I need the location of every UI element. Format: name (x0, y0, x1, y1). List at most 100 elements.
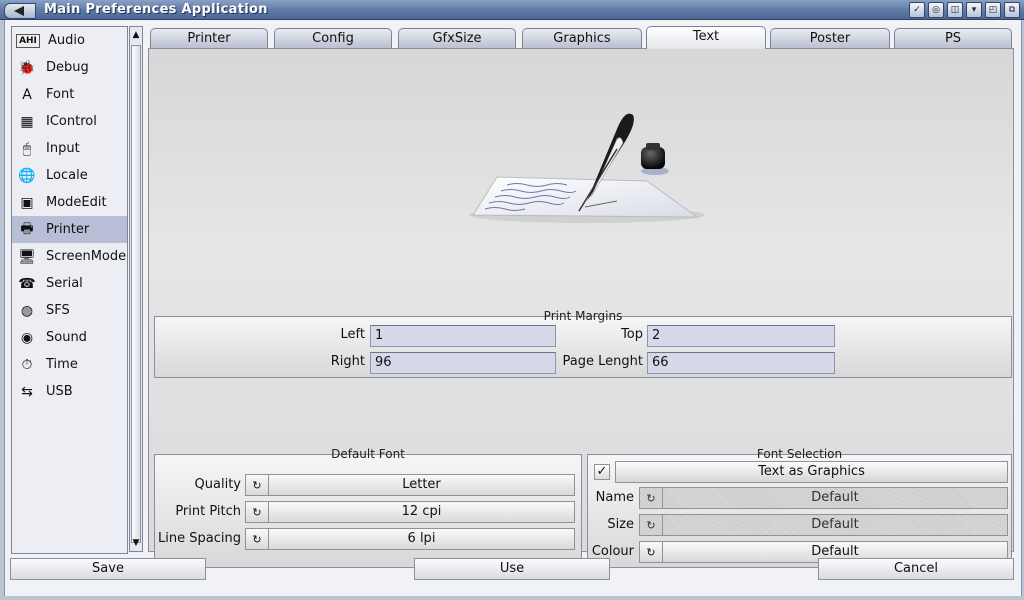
cycle-icon: ↻ (246, 475, 269, 495)
sidebar-item-input[interactable]: 🖱 Input (12, 135, 127, 162)
font-size-label: Size (607, 517, 634, 532)
snapshot-icon[interactable]: ✓ (909, 2, 925, 18)
ahi-audio-icon: AHI (16, 33, 40, 48)
font-icon: A (22, 86, 32, 103)
iconify-icon[interactable]: ▾ (966, 2, 982, 18)
main-window: AHI Audio 🐞 Debug A Font ▦ IControl 🖱 Input 🌐 Local… (4, 20, 1022, 596)
tab-bar: Printer Config GfxSize Graphics Text Pos… (148, 26, 1014, 49)
sidebar-item-modeedit[interactable]: ▣ ModeEdit (12, 189, 127, 216)
sidebar-item-printer[interactable]: 🖶 Printer (12, 216, 127, 243)
default-font-group: Default Font Quality ↻ Letter Print Pitc… (154, 447, 582, 568)
font-size-cycle[interactable]: ↻ Default (639, 514, 1008, 536)
cycle-icon: ↻ (640, 542, 663, 562)
cycle-icon: ↻ (640, 488, 663, 508)
top-margin-label: Top (621, 327, 643, 342)
scroll-up-icon[interactable]: ▲ (131, 29, 141, 41)
line-spacing-label: Line Spacing (158, 531, 241, 546)
sidebar-item-screenmode[interactable]: 🖥 ScreenMode (12, 243, 127, 270)
cycle-icon: ↻ (246, 502, 269, 522)
window-title: Main Preferences Application (44, 2, 268, 17)
save-button[interactable]: Save (10, 558, 206, 580)
quality-value: Letter (402, 477, 441, 492)
print-pitch-label: Print Pitch (175, 504, 241, 519)
sidebar-scrollbar[interactable]: ▲ ▼ (129, 26, 143, 552)
monitor-icon: ▣ (20, 194, 34, 211)
scroll-thumb[interactable] (131, 45, 141, 543)
font-selection-title: Font Selection (756, 447, 843, 461)
sidebar-item-audio[interactable]: AHI Audio (12, 27, 127, 54)
prefs-sidebar: AHI Audio 🐞 Debug A Font ▦ IControl 🖱 Input 🌐 Local… (11, 26, 128, 554)
sidebar-item-serial[interactable]: ☎ Serial (12, 270, 127, 297)
close-window-icon[interactable] (4, 3, 36, 19)
sidebar-item-label: SFS (46, 303, 70, 318)
font-name-cycle[interactable]: ↻ Default (639, 487, 1008, 509)
sidebar-item-time[interactable]: ⏱ Time (12, 351, 127, 378)
mouse-icon: 🖱 (22, 140, 32, 157)
font-name-label: Name (595, 490, 634, 505)
text-as-graphics-button[interactable]: Text as Graphics (615, 461, 1008, 483)
line-spacing-cycle[interactable]: ↻ 6 lpi (245, 528, 575, 550)
text-as-graphics-checkbox[interactable]: ✓ (594, 464, 610, 480)
printer-icon: 🖶 (20, 220, 34, 237)
top-margin-field[interactable]: 2 (647, 325, 835, 347)
sidebar-item-label: ScreenMode (46, 249, 127, 264)
left-margin-field[interactable]: 1 (370, 325, 556, 347)
sidebar-item-label: USB (46, 384, 73, 399)
right-margin-label: Right (330, 354, 365, 369)
tab-config[interactable]: Config (274, 28, 392, 48)
use-button[interactable]: Use (414, 558, 610, 580)
print-pitch-cycle[interactable]: ↻ 12 cpi (245, 501, 575, 523)
sidebar-item-label: Audio (48, 33, 85, 48)
print-margins-group: Print Margins Left 1 Top 2 Right 96 Page… (154, 309, 1012, 378)
sidebar-item-label: Locale (46, 168, 88, 183)
font-size-value: Default (811, 517, 859, 532)
tab-gfxsize[interactable]: GfxSize (398, 28, 516, 48)
jump-icon[interactable]: ◎ (928, 2, 944, 18)
sidebar-item-font[interactable]: A Font (12, 81, 127, 108)
page-length-field[interactable]: 66 (647, 352, 835, 374)
depth-icon[interactable]: ⧉ (1004, 2, 1020, 18)
sidebar-item-sfs[interactable]: ◍ SFS (12, 297, 127, 324)
phone-icon: ☎ (18, 275, 36, 292)
sidebar-item-label: Time (46, 357, 78, 372)
sidebar-item-debug[interactable]: 🐞 Debug (12, 54, 127, 81)
sidebar-item-locale[interactable]: 🌐 Locale (12, 162, 127, 189)
zoom-icon[interactable]: ◰ (985, 2, 1001, 18)
icontrol-icon: ▦ (20, 113, 34, 130)
clock-icon: ⏱ (21, 356, 33, 373)
quality-label: Quality (194, 477, 241, 492)
tab-ps[interactable]: PS (894, 28, 1012, 48)
sidebar-item-icontrol[interactable]: ▦ IControl (12, 108, 127, 135)
disk-icon: ◍ (20, 302, 34, 319)
sidebar-item-label: IControl (46, 114, 97, 129)
right-margin-field[interactable]: 96 (370, 352, 556, 374)
quill-paper-illustration (469, 113, 705, 223)
quality-cycle[interactable]: ↻ Letter (245, 474, 575, 496)
tab-printer[interactable]: Printer (150, 28, 268, 48)
cycle-icon: ↻ (246, 529, 269, 549)
bug-icon: 🐞 (18, 59, 36, 76)
sidebar-item-sound[interactable]: ◉ Sound (12, 324, 127, 351)
tab-graphics[interactable]: Graphics (522, 28, 642, 48)
print-margins-title: Print Margins (543, 309, 623, 323)
font-colour-label: Colour (591, 544, 634, 559)
sidebar-item-usb[interactable]: ⇆ USB (12, 378, 127, 405)
text-settings-panel: Print Margins Left 1 Top 2 Right 96 Page… (148, 48, 1014, 568)
left-margin-label: Left (340, 327, 365, 342)
cancel-button[interactable]: Cancel (818, 558, 1014, 580)
print-pitch-value: 12 cpi (401, 504, 442, 519)
title-bar: Main Preferences Application ✓ ◎ ◫ ▾ ◰ ⧉ (0, 0, 1024, 20)
font-name-value: Default (811, 490, 859, 505)
cycle-icon: ↻ (640, 515, 663, 535)
speaker-icon: ◉ (20, 329, 34, 346)
font-selection-group: Font Selection ✓ Text as Graphics Name ↻… (587, 447, 1012, 568)
default-font-title: Default Font (331, 447, 405, 461)
tab-text[interactable]: Text (646, 26, 766, 49)
sidebar-item-label: Input (46, 141, 80, 156)
page-length-label: Page Lenght (562, 354, 643, 369)
prefs-icon[interactable]: ◫ (947, 2, 963, 18)
tab-poster[interactable]: Poster (770, 28, 890, 48)
scroll-down-icon[interactable]: ▼ (131, 537, 141, 549)
sidebar-item-label: Font (46, 87, 75, 102)
title-bar-buttons: ✓ ◎ ◫ ▾ ◰ ⧉ (909, 2, 1020, 18)
